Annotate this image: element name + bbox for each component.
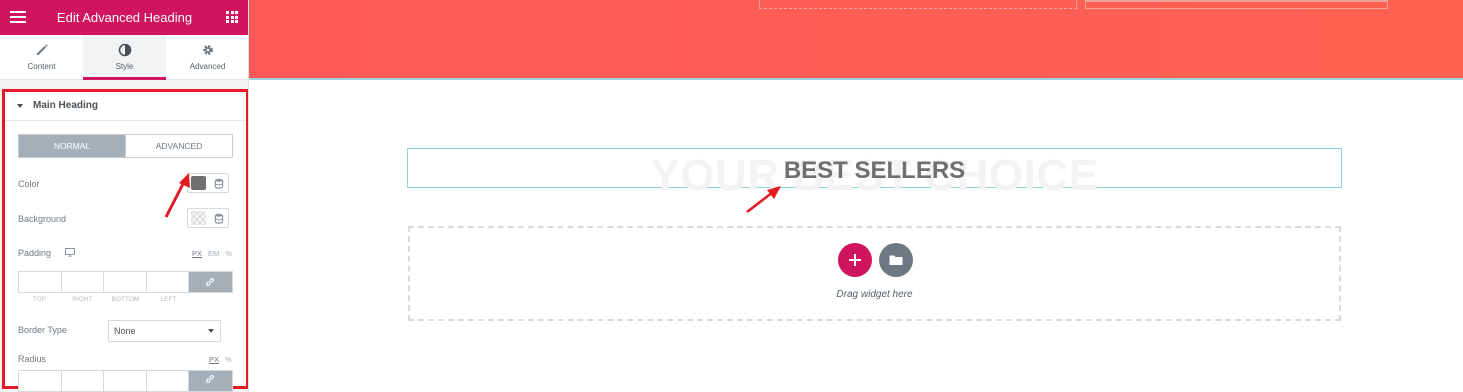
global-colors-icon[interactable]: [214, 213, 224, 224]
tab-style-label: Style: [115, 62, 134, 71]
sidebar-title: Edit Advanced Heading: [56, 10, 193, 25]
unit-percent[interactable]: %: [225, 249, 232, 258]
contrast-icon: [118, 43, 131, 57]
desktop-device-icon[interactable]: [65, 248, 75, 257]
color-label: Color: [18, 179, 40, 189]
side-label-left: LEFT: [160, 296, 177, 303]
annotation-arrow: [164, 173, 190, 218]
unit-px[interactable]: PX: [209, 355, 219, 364]
folder-icon: [889, 255, 903, 265]
pencil-icon: [36, 44, 48, 55]
padding-label: Padding: [18, 248, 52, 258]
advanced-heading-widget[interactable]: YOUR BEST CHOICE BEST SELLERS: [407, 148, 1342, 200]
add-template-button[interactable]: [879, 243, 913, 277]
section-header[interactable]: Main Heading: [5, 92, 246, 121]
tab-content[interactable]: Content: [0, 35, 83, 79]
widget-drop-zone[interactable]: Drag widget here: [408, 226, 1341, 321]
link-values-button[interactable]: [189, 371, 232, 391]
caret-down-icon: [17, 104, 23, 108]
unit-percent[interactable]: %: [225, 355, 232, 364]
radius-units: PX %: [209, 355, 232, 364]
padding-top-input[interactable]: [19, 272, 62, 292]
hero-section: [249, 0, 1463, 80]
section-title: Main Heading: [33, 100, 99, 111]
editor-sidebar: Edit Advanced Heading Content Style Adva…: [0, 0, 249, 392]
radius-top-input[interactable]: [19, 371, 62, 391]
padding-units: PX EM %: [192, 249, 232, 258]
widgets-grid-icon[interactable]: [226, 11, 238, 23]
side-label-top: TOP: [32, 296, 47, 303]
drop-zone-text: Drag widget here: [836, 289, 913, 300]
border-type-select[interactable]: None: [108, 320, 221, 342]
global-colors-icon[interactable]: [214, 178, 224, 189]
radius-label: Radius: [18, 354, 47, 364]
tab-advanced[interactable]: Advanced: [166, 35, 248, 79]
border-type-value: None: [114, 326, 136, 336]
add-section-button[interactable]: [838, 243, 872, 277]
preview-canvas: YOUR BEST CHOICE BEST SELLERS Drag widge…: [249, 0, 1463, 392]
tab-advanced-label: Advanced: [189, 62, 226, 71]
advanced-state-button[interactable]: ADVANCED: [125, 135, 232, 157]
side-label-bottom: BOTTOM: [111, 296, 140, 303]
padding-bottom-input[interactable]: [104, 272, 147, 292]
padding-right-input[interactable]: [62, 272, 104, 292]
link-icon: [206, 375, 214, 383]
radius-bottom-input[interactable]: [104, 371, 147, 391]
sidebar-header: Edit Advanced Heading: [0, 0, 248, 35]
unit-px[interactable]: PX: [192, 249, 202, 258]
editor-app: Edit Advanced Heading Content Style Adva…: [0, 0, 1463, 392]
panel-tabs: Content Style Advanced: [0, 35, 248, 80]
normal-state-button[interactable]: NORMAL: [19, 135, 125, 157]
chevron-down-icon: [208, 329, 214, 333]
border-type-label: Border Type: [18, 325, 67, 335]
radius-dimensions: [18, 370, 233, 392]
tab-content-label: Content: [27, 62, 56, 71]
background-label: Background: [18, 214, 67, 224]
padding-left-input[interactable]: [147, 272, 189, 292]
radius-left-input[interactable]: [147, 371, 189, 391]
padding-dimensions: [18, 271, 233, 293]
padding-side-labels: TOP RIGHT BOTTOM LEFT: [18, 296, 190, 303]
radius-right-input[interactable]: [62, 371, 104, 391]
link-values-button[interactable]: [189, 272, 232, 292]
gear-icon: [202, 45, 213, 55]
heading-main-text[interactable]: BEST SELLERS: [408, 157, 1341, 185]
link-icon: [206, 278, 214, 286]
tab-style[interactable]: Style: [83, 35, 166, 80]
unit-em[interactable]: EM: [208, 249, 219, 258]
side-label-right: RIGHT: [72, 296, 93, 303]
annotation-arrow: [746, 186, 781, 214]
column-outline: [759, 0, 1077, 9]
column-outline: [1085, 0, 1388, 9]
main-heading-section: Main Heading NORMAL ADVANCED Color Backg…: [2, 89, 248, 392]
state-toggle: NORMAL ADVANCED: [18, 134, 233, 158]
